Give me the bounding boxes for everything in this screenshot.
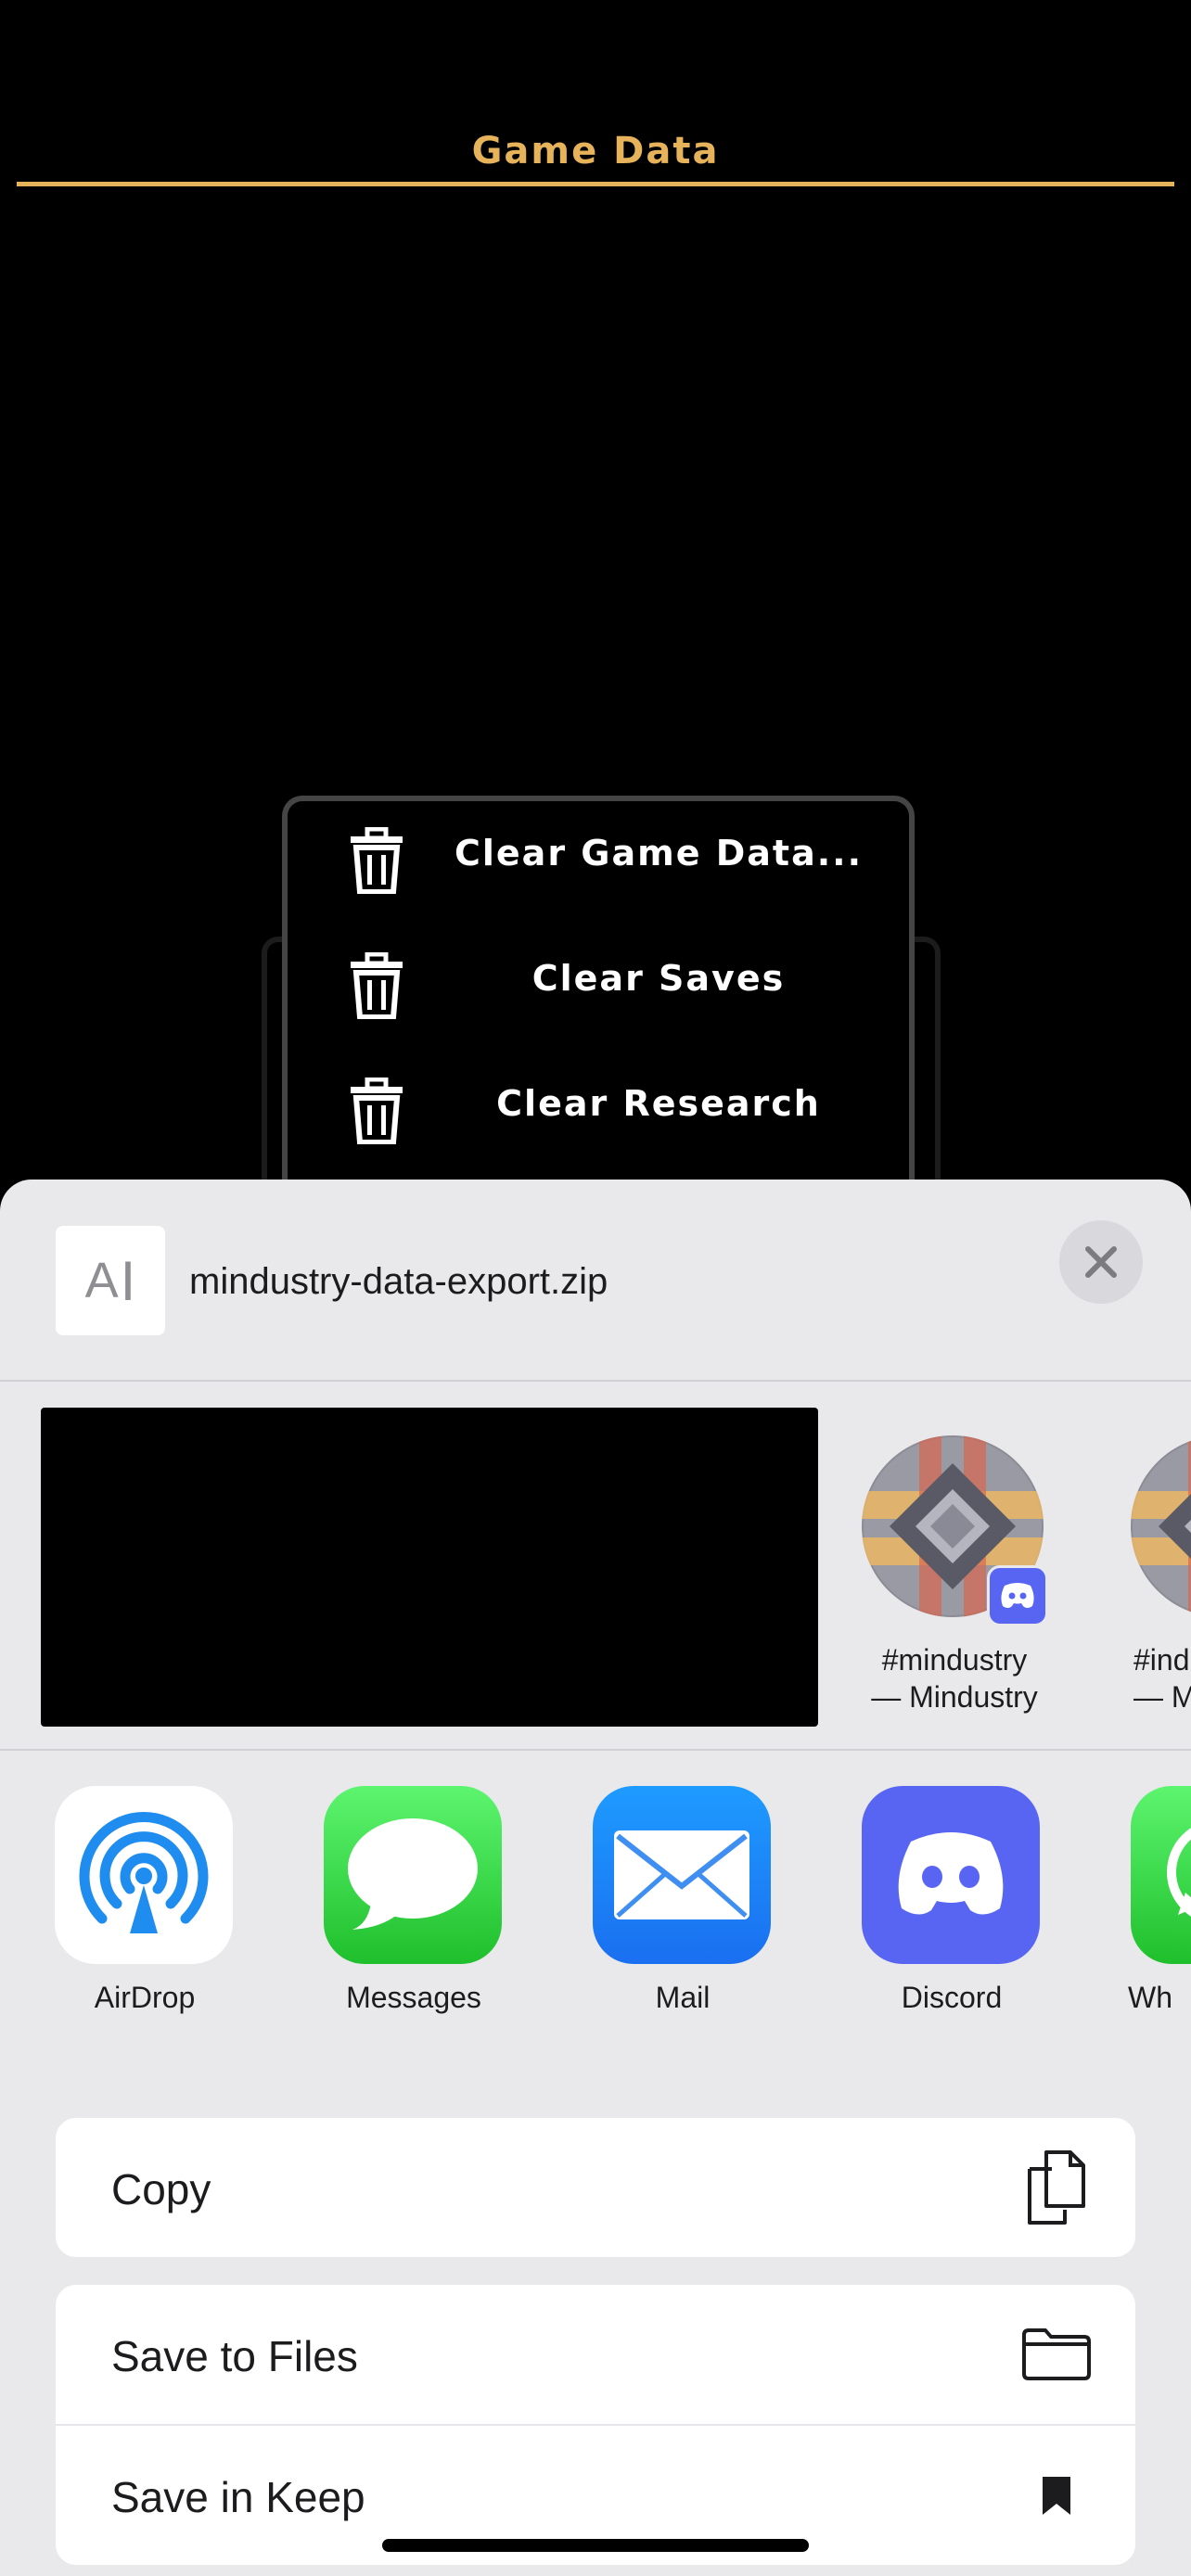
file-thumbnail: AI: [56, 1226, 165, 1335]
app-airdrop[interactable]: AirDrop: [52, 1786, 237, 2046]
contact-mindustry-discord[interactable]: #mindustry — Mindustry: [848, 1435, 1061, 1732]
copy-action[interactable]: Copy: [56, 2118, 1135, 2257]
app-label: AirDrop: [94, 1981, 196, 2014]
save-to-files-label: Save to Files: [111, 2332, 358, 2380]
close-button[interactable]: [1059, 1220, 1143, 1304]
apps-row: AirDrop Messages Mail Discord Wh: [0, 1749, 1191, 2055]
app-mail[interactable]: Mail: [590, 1786, 775, 2046]
airdrop-icon: [55, 1786, 233, 1964]
home-indicator[interactable]: [382, 2539, 809, 2552]
mail-icon: [593, 1786, 771, 1964]
title-underline: [17, 182, 1174, 186]
app-messages[interactable]: Messages: [321, 1786, 506, 2046]
share-sheet: AI mindustry-data-export.zip #mindustry …: [0, 1180, 1191, 2576]
app-label: Messages: [346, 1981, 481, 2014]
clear-game-data-label: Clear Game Data...: [454, 833, 864, 874]
contact-label: #mindustry — Mindustry: [871, 1643, 1038, 1714]
app-label: Mail: [655, 1981, 711, 2014]
contact-mindustry-discord-2[interactable]: #ind — M: [1117, 1435, 1191, 1732]
messages-icon: [324, 1786, 502, 1964]
game-data-menu: Clear Game Data... Clear Saves Clear Res…: [282, 796, 915, 1228]
clear-research-label: Clear Research: [496, 1083, 821, 1124]
copy-card: Copy: [56, 2118, 1135, 2257]
save-in-keep-label: Save in Keep: [111, 2473, 365, 2521]
copy-icon: [1015, 2146, 1098, 2229]
share-sheet-header: AI mindustry-data-export.zip: [0, 1180, 1191, 1382]
contact-label: #ind — M: [1133, 1643, 1191, 1714]
clear-research-button[interactable]: Clear Research: [315, 1052, 909, 1154]
copy-label: Copy: [111, 2165, 211, 2213]
bookmark-icon: [1015, 2454, 1098, 2537]
app-label: Discord: [901, 1981, 1003, 2014]
app-whatsapp[interactable]: Wh: [1128, 1786, 1191, 2046]
clear-saves-label: Clear Saves: [531, 958, 786, 999]
whatsapp-icon: [1131, 1786, 1191, 1964]
file-name: mindustry-data-export.zip: [189, 1261, 608, 1302]
clear-saves-button[interactable]: Clear Saves: [315, 926, 909, 1028]
game-screen: Game Data Clear Game Data... Clear Saves: [0, 0, 1191, 1244]
suggestion-preview[interactable]: [41, 1408, 818, 1727]
discord-icon: [987, 1565, 1048, 1626]
clear-game-data-button[interactable]: Clear Game Data...: [315, 801, 909, 903]
trash-icon: [351, 952, 403, 1019]
game-data-title: Game Data: [471, 130, 720, 172]
app-discord[interactable]: Discord: [859, 1786, 1044, 2046]
save-to-files-action[interactable]: Save to Files: [56, 2285, 1135, 2424]
discord-icon: [862, 1786, 1040, 1964]
text-document-icon: A: [84, 1253, 119, 1308]
mindustry-avatar: [1131, 1435, 1191, 1617]
app-label: Wh: [1128, 1981, 1172, 2014]
trash-icon: [351, 1078, 403, 1144]
folder-icon: [1015, 2313, 1098, 2396]
close-icon: [1085, 1246, 1117, 1278]
suggestions-row: #mindustry — Mindustry #ind — M: [0, 1380, 1191, 1751]
actions-card: Save to Files Save in Keep: [56, 2285, 1135, 2565]
trash-icon: [351, 827, 403, 894]
